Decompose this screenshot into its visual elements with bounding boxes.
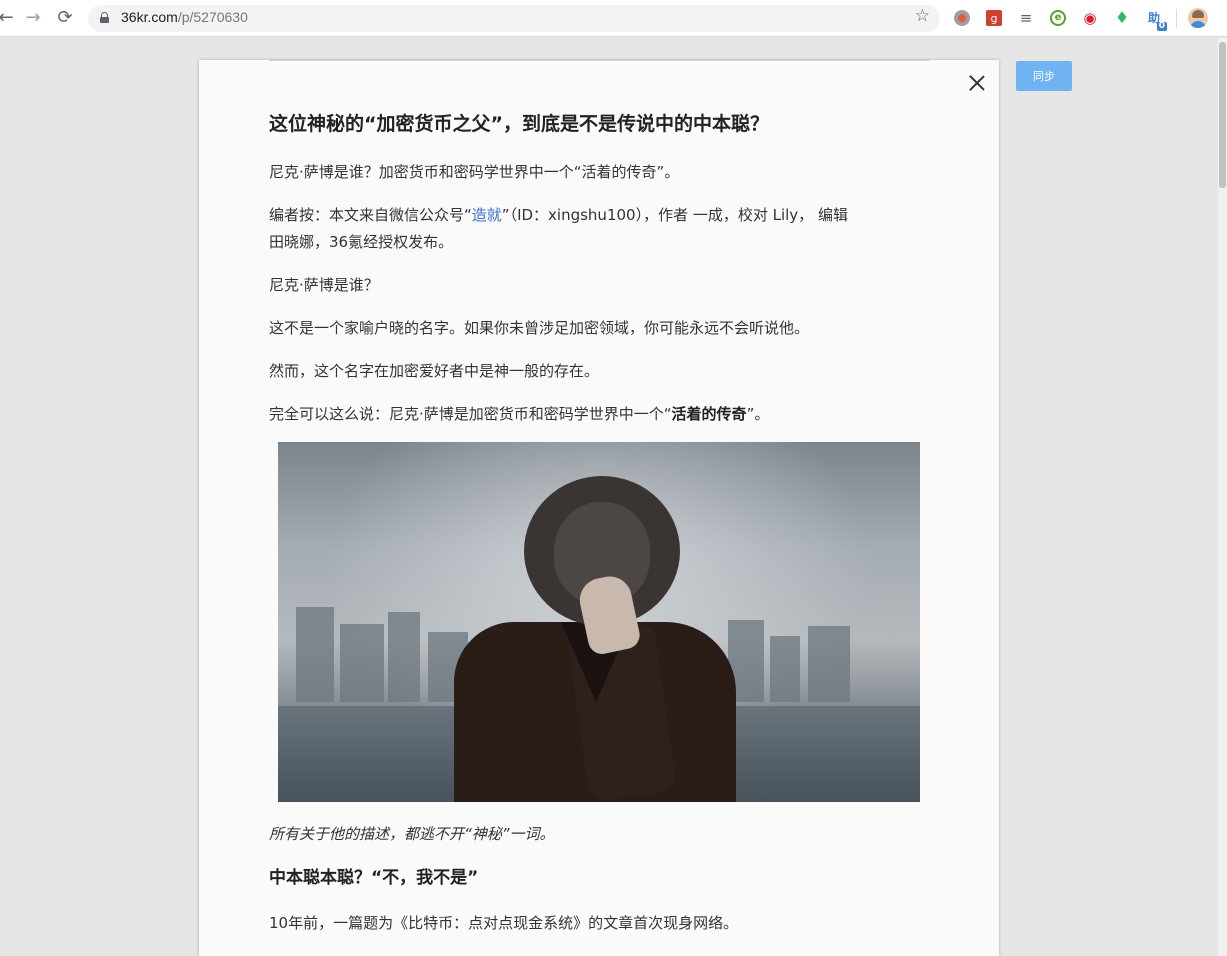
paragraph-intro: 尼克·萨博是谁？加密货币和密码学世界中一个“活着的传奇”。: [269, 163, 680, 181]
forward-arrow-icon[interactable]: →: [21, 6, 45, 30]
image-caption: 所有关于他的描述，都逃不开“神秘”一词。: [269, 825, 555, 843]
e-extension-icon[interactable]: e: [1049, 9, 1067, 27]
g-extension-label: g: [986, 10, 1002, 26]
browser-toolbar: ← → ⟳ 36kr.com/p/5270630 ☆ g ≡ e ◉ ♦ 助 0: [0, 0, 1227, 37]
reload-icon[interactable]: ⟳: [53, 6, 77, 30]
reader-extension-icon[interactable]: ≡: [1017, 9, 1035, 27]
editor-note-prefix: 编者按：本文来自微信公众号“: [269, 206, 472, 224]
lock-icon[interactable]: [100, 12, 109, 23]
url-path: /p/5270630: [177, 9, 248, 25]
sync-button[interactable]: 同步: [1016, 61, 1072, 91]
url-text[interactable]: 36kr.com/p/5270630: [121, 9, 248, 25]
back-arrow-icon[interactable]: ←: [0, 6, 18, 30]
editor-note-line-1: 编者按：本文来自微信公众号“造就”（ID：xingshu100），作者 一成，校…: [269, 205, 848, 225]
legend-text-suffix: ”。: [746, 405, 770, 423]
record-extension-icon[interactable]: [953, 9, 971, 27]
paragraph-bitcoin-paper: 10年前，一篇题为《比特币：点对点现金系统》的文章首次现身网络。: [269, 914, 739, 932]
evernote-extension-icon[interactable]: ♦: [1113, 9, 1131, 27]
e-extension-label: e: [1050, 10, 1066, 26]
paragraph-legend: 完全可以这么说：尼克·萨博是加密货币和密码学世界中一个“活着的传奇”。: [269, 404, 769, 424]
bookmark-star-icon[interactable]: ☆: [915, 8, 930, 25]
article-image: [278, 442, 920, 802]
article-title: 这位神秘的“加密货币之父”，到底是不是传说中的中本聪？: [269, 113, 769, 135]
profile-avatar[interactable]: [1188, 8, 1208, 28]
paragraph-godlike: 然而，这个名字在加密爱好者中是神一般的存在。: [269, 362, 600, 380]
page-scrollbar[interactable]: [1218, 38, 1227, 956]
translate-extension-icon[interactable]: 助 0: [1145, 9, 1167, 31]
legend-bold-text: 活着的传奇: [671, 405, 747, 423]
editor-note-suffix: ”（ID：xingshu100），作者 一成，校对 Lily， 编辑: [501, 206, 848, 224]
paragraph-not-famous: 这不是一个家喻户晓的名字。如果你未曾涉足加密领域，你可能永远不会听说他。: [269, 319, 810, 337]
toolbar-divider: [1176, 9, 1177, 28]
paragraph-who: 尼克·萨博是谁？: [269, 276, 379, 294]
legend-text-prefix: 完全可以这么说：尼克·萨博是加密货币和密码学世界中一个“: [269, 405, 672, 423]
g-extension-icon[interactable]: g: [985, 9, 1003, 27]
weibo-extension-icon[interactable]: ◉: [1081, 9, 1099, 27]
url-host: 36kr.com: [121, 9, 178, 25]
address-bar[interactable]: 36kr.com/p/5270630 ☆: [88, 5, 940, 32]
source-link[interactable]: 造就: [472, 206, 502, 224]
scrollbar-thumb[interactable]: [1219, 42, 1226, 188]
section-heading: 中本聪本聪？“不，我不是”: [269, 868, 479, 888]
reader-panel: 这位神秘的“加密货币之父”，到底是不是传说中的中本聪？ 尼克·萨博是谁？加密货币…: [199, 60, 999, 956]
close-icon[interactable]: [967, 73, 987, 93]
editor-note-line-2: 田晓娜，36氪经授权发布。: [269, 233, 454, 251]
panel-top-divider: [269, 60, 929, 61]
extension-badge: 0: [1156, 21, 1167, 31]
